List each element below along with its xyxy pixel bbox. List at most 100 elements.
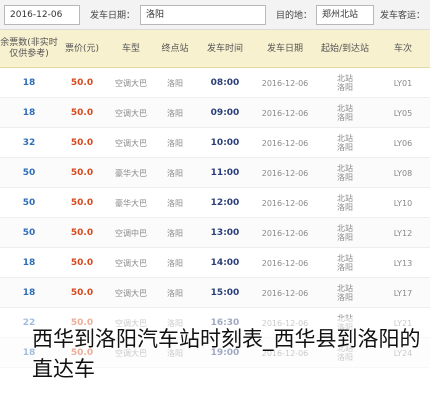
route-to: 洛阳 (337, 83, 353, 92)
table-row[interactable]: 50 50.0 豪华大巴 洛阳 12:00 2016-12-06 北站 洛阳 LY10 (0, 188, 430, 218)
cell-price: 50.0 (70, 137, 94, 148)
table-row[interactable]: 18 50.0 空调大巴 洛阳 08:00 2016-12-06 北站 洛阳 LY01 (0, 68, 430, 98)
cell-route: 北站洛阳 (314, 68, 376, 98)
cell-destination: 洛阳 (167, 138, 183, 148)
cell-bus-number: LY06 (393, 138, 413, 148)
cell-departure-date: 2016-12-06 (261, 228, 309, 238)
cell-seats: 18 (22, 107, 36, 118)
route-from: 北站 (337, 164, 353, 173)
cell-bus-type: 空调大巴 (115, 258, 147, 268)
table-header: 余票数(非实时 仅供参考) 票价(元) 车型 终点站 发车时间 发车日期 起始/… (0, 30, 430, 68)
cell-price: 50.0 (70, 77, 94, 88)
cell-bus-type: 豪华大巴 (115, 168, 147, 178)
destination-input[interactable]: 洛阳 (140, 5, 266, 25)
table-row[interactable]: 18 50.0 空调大巴 洛阳 14:00 2016-12-06 北站 洛阳 LY13 (0, 248, 430, 278)
cell-bus-type: 空调中巴 (115, 228, 147, 238)
route-to: 洛阳 (337, 293, 353, 302)
cell-bus-number: LY13 (393, 258, 413, 268)
header-destination: 终点站 (161, 43, 189, 54)
cell-departure-date: 2016-12-06 (261, 258, 309, 268)
cell-departure-date: 2016-12-06 (261, 108, 309, 118)
cell-departure-date: 2016-12-06 (261, 198, 309, 208)
cell-destination: 洛阳 (167, 288, 183, 298)
header-route: 起始/到达站 (320, 43, 370, 54)
cell-seats: 50 (22, 167, 36, 178)
cell-bus-number: LY05 (393, 108, 413, 118)
cell-route: 北站洛阳 (314, 188, 376, 218)
article-caption: 西华到洛阳汽车站时刻表_西华县到洛阳的直达车 (32, 327, 421, 381)
date-input[interactable]: 2016-12-06 (4, 5, 80, 25)
table-row[interactable]: 50 50.0 空调中巴 洛阳 13:00 2016-12-06 北站 洛阳 LY12 (0, 218, 430, 248)
cell-destination: 洛阳 (167, 78, 183, 88)
cell-bus-type: 空调大巴 (115, 288, 147, 298)
cell-bus-number: LY08 (393, 168, 413, 178)
header-departure-date: 发车日期 (266, 43, 303, 54)
route-from: 北站 (337, 254, 353, 263)
cell-seats: 18 (22, 287, 36, 298)
cell-bus-number: LY17 (393, 288, 413, 298)
route-to: 洛阳 (337, 113, 353, 122)
cell-departure-date: 2016-12-06 (261, 138, 309, 148)
cell-destination: 洛阳 (167, 228, 183, 238)
cell-price: 50.0 (70, 257, 94, 268)
cell-destination: 洛阳 (167, 198, 183, 208)
origin-label: 发车客运： (380, 11, 426, 21)
route-to: 洛阳 (337, 263, 353, 272)
cell-seats: 50 (22, 197, 36, 208)
cell-bus-type: 空调大巴 (115, 138, 147, 148)
header-price: 票价(元) (64, 43, 100, 54)
cell-route: 北站洛阳 (314, 278, 376, 308)
arrive-date-label: 发车日期： (90, 11, 136, 21)
cell-departure-time: 13:00 (210, 227, 240, 238)
cell-bus-type: 空调大巴 (115, 108, 147, 118)
cell-seats: 50 (22, 227, 36, 238)
header-seats: 余票数(非实时 仅供参考) (0, 38, 58, 59)
destination-label: 目的地： (276, 11, 313, 21)
route-to: 洛阳 (337, 143, 353, 152)
cell-price: 50.0 (70, 197, 94, 208)
cell-route: 北站洛阳 (314, 248, 376, 278)
cell-price: 50.0 (70, 107, 94, 118)
cell-destination: 洛阳 (167, 108, 183, 118)
cell-bus-number: LY12 (393, 228, 413, 238)
route-to: 洛阳 (337, 233, 353, 242)
route-from: 北站 (337, 104, 353, 113)
route-to: 洛阳 (337, 173, 353, 182)
cell-departure-date: 2016-12-06 (261, 78, 309, 88)
cell-price: 50.0 (70, 167, 94, 178)
cell-seats: 18 (22, 77, 36, 88)
route-from: 北站 (337, 224, 353, 233)
table-row[interactable]: 18 50.0 空调大巴 洛阳 15:00 2016-12-06 北站 洛阳 LY17 (0, 278, 430, 308)
cell-departure-date: 2016-12-06 (261, 168, 309, 178)
cell-departure-time: 14:00 (210, 257, 240, 268)
cell-price: 50.0 (70, 287, 94, 298)
route-from: 北站 (337, 74, 353, 83)
header-departure-time: 发车时间 (206, 43, 243, 54)
table-row[interactable]: 18 50.0 空调大巴 洛阳 09:00 2016-12-06 北站 洛阳 LY05 (0, 98, 430, 128)
table-row[interactable]: 50 50.0 豪华大巴 洛阳 11:00 2016-12-06 北站 洛阳 LY08 (0, 158, 430, 188)
cell-route: 北站洛阳 (314, 98, 376, 128)
header-bus-type: 车型 (121, 43, 140, 54)
cell-departure-time: 11:00 (210, 167, 240, 178)
cell-departure-time: 15:00 (210, 287, 240, 298)
route-from: 北站 (337, 194, 353, 203)
origin-input[interactable]: 郑州北站 (316, 5, 374, 25)
table-row[interactable]: 32 50.0 空调大巴 洛阳 10:00 2016-12-06 北站 洛阳 LY06 (0, 128, 430, 158)
route-from: 北站 (337, 284, 353, 293)
cell-seats: 18 (22, 257, 36, 268)
cell-departure-time: 10:00 (210, 137, 240, 148)
search-bar: 2016-12-06 发车日期： 洛阳 目的地： 郑州北站 发车客运： (0, 0, 430, 30)
cell-destination: 洛阳 (167, 258, 183, 268)
route-from: 北站 (337, 134, 353, 143)
cell-bus-type: 空调大巴 (115, 78, 147, 88)
cell-bus-number: LY10 (393, 198, 413, 208)
cell-route: 北站洛阳 (314, 218, 376, 248)
cell-destination: 洛阳 (167, 168, 183, 178)
route-to: 洛阳 (337, 203, 353, 212)
cell-seats: 32 (22, 137, 36, 148)
cell-bus-type: 豪华大巴 (115, 198, 147, 208)
cell-departure-time: 09:00 (210, 107, 240, 118)
cell-departure-time: 08:00 (210, 77, 240, 88)
cell-route: 北站洛阳 (314, 158, 376, 188)
header-bus-number: 车次 (393, 43, 412, 54)
